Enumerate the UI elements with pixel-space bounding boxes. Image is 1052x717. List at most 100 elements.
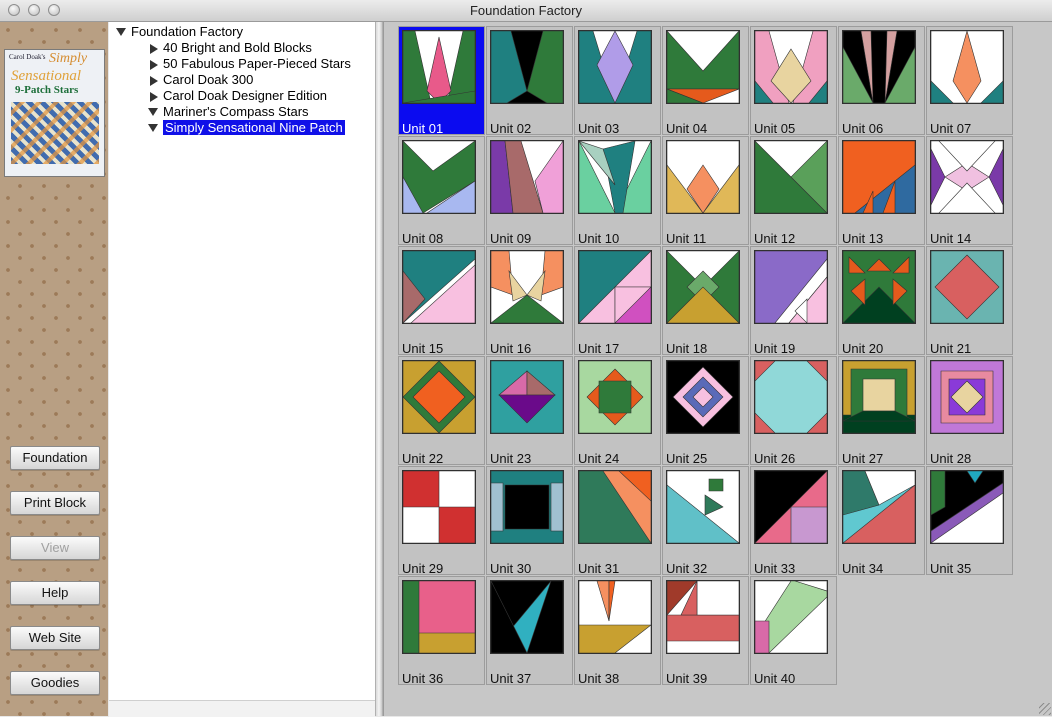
unit-label: Unit 17 xyxy=(578,341,620,356)
unit-label: Unit 12 xyxy=(754,231,796,246)
book-cover-title-2: Sensational xyxy=(11,68,81,84)
unit-label: Unit 03 xyxy=(578,121,620,136)
unit-thumbnail[interactable]: Unit 16 xyxy=(486,246,573,356)
unit-label: Unit 21 xyxy=(930,341,972,356)
tree-item[interactable]: 50 Fabulous Paper-Pieced Stars xyxy=(148,56,351,72)
quilt-block-image xyxy=(930,140,1004,214)
unit-thumbnail[interactable]: Unit 05 xyxy=(750,26,837,136)
unit-thumbnail[interactable]: Unit 29 xyxy=(398,466,485,576)
unit-label: Unit 34 xyxy=(842,561,884,576)
foundation-button[interactable]: Foundation xyxy=(10,446,100,470)
unit-thumbnail[interactable]: Unit 27 xyxy=(838,356,925,466)
unit-thumbnail[interactable]: Unit 10 xyxy=(574,136,661,246)
disclosure-closed-icon[interactable] xyxy=(150,43,158,54)
unit-thumbnail[interactable]: Unit 24 xyxy=(574,356,661,466)
unit-thumbnail[interactable]: Unit 26 xyxy=(750,356,837,466)
unit-thumbnail[interactable]: Unit 30 xyxy=(486,466,573,576)
unit-thumbnail[interactable]: Unit 19 xyxy=(750,246,837,356)
unit-label: Unit 01 xyxy=(402,121,444,136)
unit-thumbnail[interactable]: Unit 14 xyxy=(926,136,1013,246)
tree-item[interactable]: Carol Doak Designer Edition xyxy=(148,88,327,104)
unit-thumbnail[interactable]: Unit 03 xyxy=(574,26,661,136)
tree-item[interactable]: Carol Doak 300 xyxy=(148,72,253,88)
quilt-block-image xyxy=(666,250,740,324)
unit-thumbnail[interactable]: Unit 07 xyxy=(926,26,1013,136)
unit-thumbnail[interactable]: Unit 36 xyxy=(398,576,485,686)
unit-label: Unit 07 xyxy=(930,121,972,136)
unit-thumbnail[interactable]: Unit 18 xyxy=(662,246,749,356)
unit-label: Unit 27 xyxy=(842,451,884,466)
unit-thumbnail[interactable]: Unit 32 xyxy=(662,466,749,576)
unit-thumbnail[interactable]: Unit 22 xyxy=(398,356,485,466)
disclosure-closed-icon[interactable] xyxy=(150,75,158,86)
quilt-block-image xyxy=(754,250,828,324)
unit-thumbnail[interactable]: Unit 21 xyxy=(926,246,1013,356)
unit-thumbnail[interactable]: Unit 28 xyxy=(926,356,1013,466)
unit-label: Unit 24 xyxy=(578,451,620,466)
unit-label: Unit 30 xyxy=(490,561,532,576)
disclosure-closed-icon[interactable] xyxy=(150,59,158,70)
unit-thumbnail[interactable]: Unit 13 xyxy=(838,136,925,246)
quilt-block-image xyxy=(402,140,476,214)
book-cover-title-3: 9-Patch Stars xyxy=(15,84,79,96)
unit-thumbnail[interactable]: Unit 23 xyxy=(486,356,573,466)
unit-thumbnail[interactable]: Unit 40 xyxy=(750,576,837,686)
unit-label: Unit 10 xyxy=(578,231,620,246)
resize-grip-icon[interactable] xyxy=(1039,703,1051,715)
unit-label: Unit 02 xyxy=(490,121,532,136)
unit-thumbnail[interactable]: Unit 25 xyxy=(662,356,749,466)
unit-thumbnail[interactable]: Unit 04 xyxy=(662,26,749,136)
book-cover-quilt-art xyxy=(11,102,99,164)
quilt-block-image xyxy=(402,360,476,434)
unit-thumbnail[interactable]: Unit 12 xyxy=(750,136,837,246)
unit-thumbnail[interactable]: Unit 02 xyxy=(486,26,573,136)
tree-item-selected[interactable]: Simply Sensational Nine Patch xyxy=(148,120,345,136)
unit-thumbnail[interactable]: Unit 31 xyxy=(574,466,661,576)
tree-item[interactable]: Mariner's Compass Stars xyxy=(148,104,309,120)
unit-thumbnail[interactable]: Unit 33 xyxy=(750,466,837,576)
quilt-block-image xyxy=(930,250,1004,324)
quilt-block-image xyxy=(402,30,476,104)
print-block-button[interactable]: Print Block xyxy=(10,491,100,515)
unit-label: Unit 26 xyxy=(754,451,796,466)
unit-thumbnail[interactable]: Unit 37 xyxy=(486,576,573,686)
disclosure-open-icon[interactable] xyxy=(116,27,126,36)
web-site-button[interactable]: Web Site xyxy=(10,626,100,650)
unit-thumbnail[interactable]: Unit 39 xyxy=(662,576,749,686)
unit-thumbnail[interactable]: Unit 34 xyxy=(838,466,925,576)
unit-thumbnail[interactable]: Unit 15 xyxy=(398,246,485,356)
unit-label: Unit 20 xyxy=(842,341,884,356)
quilt-block-image xyxy=(578,30,652,104)
unit-thumbnail[interactable]: Unit 11 xyxy=(662,136,749,246)
tree-item[interactable]: 40 Bright and Bold Blocks xyxy=(148,40,312,56)
unit-thumbnail[interactable]: Unit 38 xyxy=(574,576,661,686)
unit-thumbnail[interactable]: Unit 20 xyxy=(838,246,925,356)
unit-thumbnail[interactable]: Unit 08 xyxy=(398,136,485,246)
unit-thumbnail[interactable]: Unit 06 xyxy=(838,26,925,136)
disclosure-open-icon[interactable] xyxy=(148,123,158,132)
unit-label: Unit 04 xyxy=(666,121,708,136)
disclosure-open-icon[interactable] xyxy=(148,107,158,116)
disclosure-closed-icon[interactable] xyxy=(150,91,158,102)
unit-thumbnail[interactable]: Unit 01 xyxy=(398,26,485,136)
split-pane-divider[interactable] xyxy=(375,22,383,716)
unit-label: Unit 19 xyxy=(754,341,796,356)
goodies-button[interactable]: Goodies xyxy=(10,671,100,695)
unit-thumbnail[interactable]: Unit 17 xyxy=(574,246,661,356)
quilt-block-image xyxy=(578,580,652,654)
book-cover-image: Carol Doak's Simply Sensational 9-Patch … xyxy=(4,49,105,177)
unit-thumbnail[interactable]: Unit 09 xyxy=(486,136,573,246)
tree-root[interactable]: Foundation Factory xyxy=(116,24,243,40)
book-tree[interactable]: Foundation Factory 40 Bright and Bold Bl… xyxy=(109,22,375,700)
title-bar[interactable]: Foundation Factory xyxy=(0,0,1052,22)
unit-label: Unit 25 xyxy=(666,451,708,466)
quilt-block-image xyxy=(402,470,476,544)
view-button[interactable]: View xyxy=(10,536,100,560)
unit-thumbnail-grid[interactable]: Unit 01 Unit 02 Unit 03 Unit 04 Unit 05 Unit … xyxy=(383,22,1052,716)
help-button[interactable]: Help xyxy=(10,581,100,605)
unit-label: Unit 39 xyxy=(666,671,708,686)
quilt-block-image xyxy=(842,360,916,434)
tree-horizontal-scrollbar[interactable] xyxy=(109,700,375,717)
unit-thumbnail[interactable]: Unit 35 xyxy=(926,466,1013,576)
unit-label: Unit 16 xyxy=(490,341,532,356)
